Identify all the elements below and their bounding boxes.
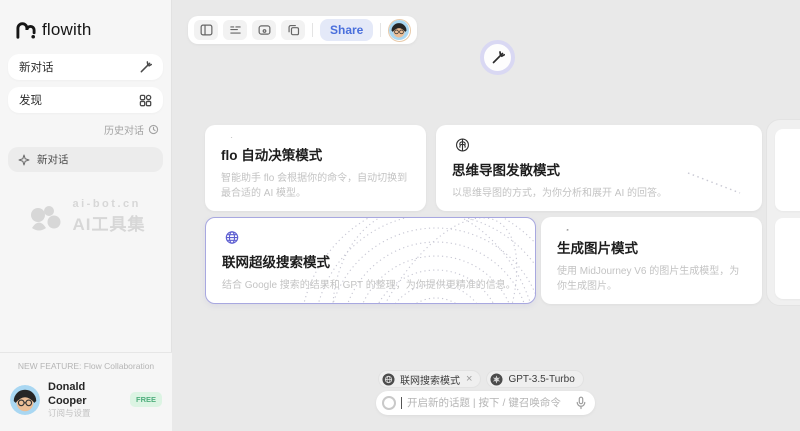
sidebar-item-new-chat[interactable]: 新对话 (8, 54, 163, 80)
avatar (10, 385, 40, 415)
card-title: 生成图片模式 (557, 237, 746, 257)
card-title: 思维导图发散模式 (452, 159, 746, 179)
flowith-app: flowith 新对话 发现 历史对话 (0, 0, 800, 431)
logo-text: flowith (42, 20, 92, 40)
sidebar: flowith 新对话 发现 历史对话 (0, 0, 172, 431)
sidebar-footer: NEW FEATURE: Flow Collaboration Donald C… (0, 352, 172, 431)
card-title: 联网超级搜索模式 (222, 251, 519, 271)
ring-icon (382, 396, 396, 410)
star-icon (18, 154, 30, 166)
tag-label: 联网搜索模式 (400, 372, 460, 387)
card-title: flo 自动决策模式 (221, 144, 410, 164)
crosshair-icon (221, 137, 242, 138)
brain-icon (452, 137, 473, 153)
tag-label: GPT-3.5-Turbo (508, 374, 574, 385)
tag-web-search-mode[interactable]: 联网搜索模式 × (378, 370, 481, 388)
chat-list: 新对话 (0, 137, 171, 172)
watermark-line1: ai-bot.cn (73, 198, 146, 210)
top-toolbar: Share (188, 16, 417, 44)
logo: flowith (0, 0, 171, 40)
sidebar-item-discover[interactable]: 发现 (8, 87, 163, 113)
mode-card-mindmap[interactable]: 思维导图发散模式 以思维导图的方式，为你分析和展开 AI 的回答。 (436, 125, 762, 211)
mode-card-image-gen[interactable]: 生成图片模式 使用 MidJourney V6 的图片生成模型，为你生成图片。 (541, 217, 762, 304)
presentation-button[interactable] (252, 20, 276, 40)
history-label: 历史对话 (104, 122, 144, 137)
toolbar-divider (312, 23, 313, 37)
watermark-line2: AI工具集 (73, 210, 146, 235)
user-profile[interactable]: Donald Cooper 订阅与设置 FREE (10, 381, 162, 419)
card-description: 使用 MidJourney V6 的图片生成模型，为你生成图片。 (557, 262, 746, 292)
share-button[interactable]: Share (320, 19, 373, 41)
microphone-icon[interactable] (575, 396, 587, 410)
tag-model[interactable]: GPT-3.5-Turbo (486, 370, 583, 388)
carousel-next-page[interactable] (766, 119, 800, 306)
outline-icon (229, 24, 242, 36)
camera-icon (557, 229, 578, 231)
wand-icon (139, 61, 152, 74)
chat-input[interactable] (407, 397, 570, 409)
feature-banner[interactable]: NEW FEATURE: Flow Collaboration (10, 361, 162, 371)
watermark-text: ai-bot.cn AI工具集 (73, 198, 146, 235)
globe-badge-icon (382, 373, 395, 386)
discover-label: 发现 (19, 92, 42, 108)
panel-toggle-button[interactable] (194, 20, 218, 40)
presentation-icon (258, 24, 271, 36)
card-description: 智能助手 flo 会根据你的命令，自动切换到最合适的 AI 模型。 (221, 169, 410, 199)
plan-badge: FREE (130, 392, 162, 407)
mode-card-web-search[interactable]: 联网超级搜索模式 结合 Google 搜索的结果和 GPT 的整理，为你提供更精… (205, 217, 536, 304)
user-meta: Donald Cooper 订阅与设置 (48, 381, 122, 419)
new-chat-label: 新对话 (19, 59, 54, 75)
globe-icon (222, 230, 242, 245)
discover-icon (139, 94, 152, 107)
chat-input-bar (376, 391, 595, 415)
toolbar-avatar[interactable] (388, 19, 411, 42)
close-icon[interactable]: × (466, 374, 472, 385)
wand-icon (491, 51, 505, 65)
card-description: 结合 Google 搜索的结果和 GPT 的整理，为你提供更精准的信息。 (222, 276, 519, 291)
outline-button[interactable] (223, 20, 247, 40)
watermark-logo-icon (27, 202, 65, 232)
history-link[interactable]: 历史对话 (0, 113, 171, 137)
chat-list-item[interactable]: 新对话 (8, 147, 163, 172)
flowith-logo-icon (16, 21, 36, 39)
mode-badge[interactable] (480, 40, 515, 75)
copy-icon (287, 24, 300, 36)
toolbar-divider (380, 23, 381, 37)
composer-tags: 联网搜索模式 × GPT-3.5-Turbo (378, 370, 584, 388)
card-description: 以思维导图的方式，为你分析和展开 AI 的回答。 (452, 184, 746, 199)
clock-icon (148, 124, 159, 135)
mode-card-auto[interactable]: flo 自动决策模式 智能助手 flo 会根据你的命令，自动切换到最合适的 AI… (205, 125, 426, 211)
sidebar-nav: 新对话 发现 (0, 40, 171, 113)
user-name: Donald Cooper (48, 381, 122, 409)
chat-item-label: 新对话 (37, 152, 69, 167)
openai-badge-icon (490, 373, 503, 386)
copy-button[interactable] (281, 20, 305, 40)
peek-card (775, 129, 800, 211)
user-subtitle: 订阅与设置 (48, 408, 122, 419)
text-cursor (401, 397, 402, 409)
peek-card (775, 218, 800, 299)
panel-left-icon (200, 24, 213, 36)
watermark: ai-bot.cn AI工具集 (0, 198, 172, 235)
